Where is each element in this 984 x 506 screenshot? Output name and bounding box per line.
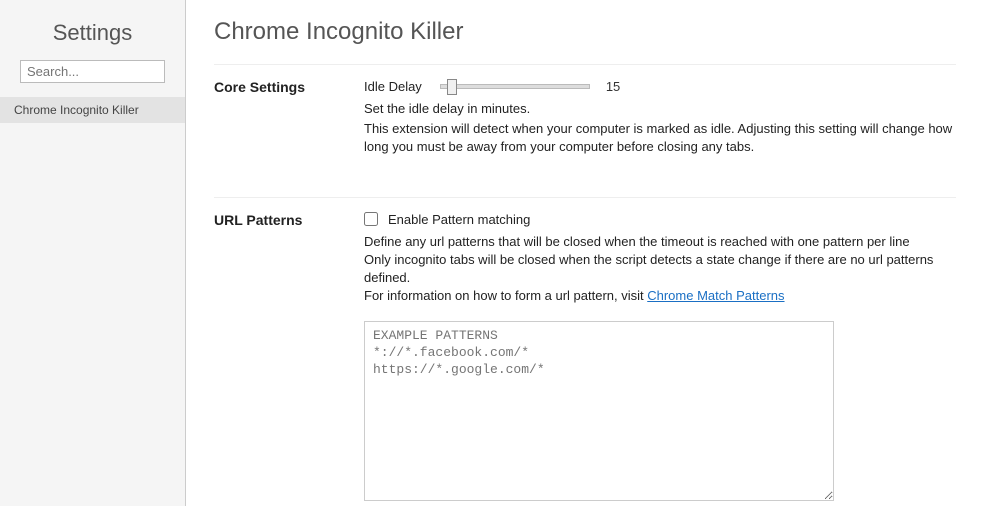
sidebar-item-chrome-incognito-killer[interactable]: Chrome Incognito Killer (0, 97, 185, 123)
idle-delay-label: Idle Delay (364, 79, 422, 94)
enable-pattern-label: Enable Pattern matching (388, 212, 530, 227)
enable-pattern-checkbox[interactable] (364, 212, 378, 226)
idle-delay-slider[interactable] (440, 84, 590, 89)
slider-thumb[interactable] (447, 79, 457, 95)
urlpatterns-desc-3-pre: For information on how to form a url pat… (364, 288, 647, 303)
section-header-urlpatterns: URL Patterns (214, 212, 364, 505)
section-url-patterns: URL Patterns Enable Pattern matching Def… (214, 197, 956, 505)
section-core-settings: Core Settings Idle Delay 15 Set the idle… (214, 64, 956, 157)
patterns-textarea[interactable] (364, 321, 834, 501)
chrome-match-patterns-link[interactable]: Chrome Match Patterns (647, 288, 784, 303)
page-title: Chrome Incognito Killer (214, 18, 956, 46)
search-box (20, 60, 165, 83)
core-help-1: Set the idle delay in minutes. (364, 100, 956, 118)
enable-pattern-row: Enable Pattern matching (364, 212, 956, 227)
search-input[interactable] (20, 60, 165, 83)
sidebar: Settings Chrome Incognito Killer (0, 0, 186, 506)
idle-delay-row: Idle Delay 15 (364, 79, 956, 94)
sidebar-title: Settings (0, 0, 185, 60)
main-content: Chrome Incognito Killer Core Settings Id… (186, 0, 984, 506)
core-help-2: This extension will detect when your com… (364, 120, 956, 156)
section-header-core: Core Settings (214, 79, 364, 157)
urlpatterns-desc-1: Define any url patterns that will be clo… (364, 233, 956, 251)
idle-delay-value: 15 (606, 79, 620, 94)
urlpatterns-desc-2: Only incognito tabs will be closed when … (364, 251, 956, 287)
urlpatterns-desc-3: For information on how to form a url pat… (364, 287, 956, 305)
